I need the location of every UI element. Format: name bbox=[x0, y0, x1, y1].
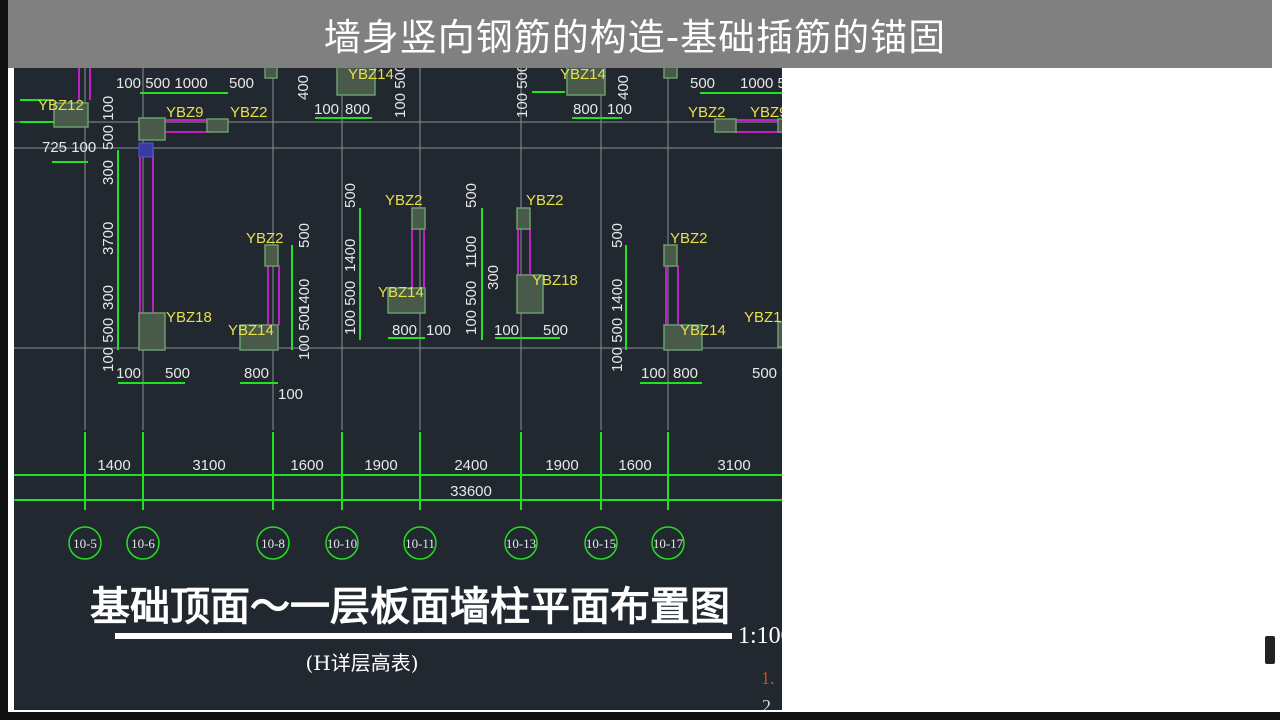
dimension-text: 300 bbox=[100, 160, 117, 185]
dimension-text: 500 100 bbox=[100, 96, 117, 150]
dimension-text: 1400 bbox=[342, 239, 359, 272]
dimension-text: 100 500 bbox=[463, 281, 480, 335]
plan-subtitle: (H详层高表) bbox=[305, 651, 418, 675]
dimension-text: 100 bbox=[426, 322, 451, 339]
column-tag: YBZ2 bbox=[526, 192, 564, 209]
column-tag: YBZ2 bbox=[385, 192, 423, 209]
dimension-text: 500 bbox=[342, 183, 359, 208]
column-tag: YBZ18 bbox=[532, 272, 578, 289]
axis-bubble: 10-8 bbox=[256, 526, 290, 560]
dimension-text: 500 bbox=[296, 223, 313, 248]
title-banner: 墙身竖向钢筋的构造-基础插筋的锚固 bbox=[8, 0, 1272, 68]
column-tag: YBZ14 bbox=[680, 322, 726, 339]
dimension-text: 800 bbox=[392, 322, 417, 339]
plan-title: 基础顶面～一层板面墙柱平面布置图 bbox=[90, 583, 730, 630]
span-text: 1600 bbox=[618, 457, 651, 474]
dimension-text: 100 bbox=[314, 101, 339, 118]
span-text: 3100 bbox=[192, 457, 225, 474]
column-tag: YBZ14 bbox=[378, 284, 424, 301]
axis-bubble: 10-10 bbox=[325, 526, 359, 560]
dimension-text: 500 bbox=[165, 365, 190, 382]
column-tag: YBZ12 bbox=[38, 97, 84, 114]
axis-bubble: 10-6 bbox=[126, 526, 160, 560]
span-text: 1900 bbox=[545, 457, 578, 474]
video-frame: YBZ12 YBZ9 YBZ2 YBZ14 YBZ14 YBZ2 YBZ9 YB… bbox=[0, 0, 1280, 720]
column-tag: YBZ14 bbox=[228, 322, 274, 339]
column-tag: YBZ2 bbox=[670, 230, 708, 247]
side-scroll-handle[interactable] bbox=[1265, 636, 1275, 664]
column-tag: YBZ9 bbox=[166, 104, 204, 121]
dimension-text: 100 500 bbox=[296, 306, 313, 360]
column-tag: YBZ14 bbox=[348, 66, 394, 83]
note-number: 1. bbox=[761, 668, 775, 688]
dimension-text: 500 bbox=[752, 365, 777, 382]
column-tag: YBZ2 bbox=[688, 104, 726, 121]
walls bbox=[78, 58, 782, 325]
column-tag: YBZ2 bbox=[230, 104, 268, 121]
dimension-text: 500 bbox=[543, 322, 568, 339]
dimension-text: 800 bbox=[345, 101, 370, 118]
dimension-text: 800 bbox=[573, 101, 598, 118]
span-dimensions: 1400 3100 1600 1900 2400 1900 1600 3100 … bbox=[97, 457, 750, 500]
span-text: 3100 bbox=[717, 457, 750, 474]
dimension-text: 100 500 bbox=[100, 318, 117, 372]
cad-plan-drawing: YBZ12 YBZ9 YBZ2 YBZ14 YBZ14 YBZ2 YBZ9 YB… bbox=[14, 58, 793, 710]
svg-text:10-17: 10-17 bbox=[653, 536, 684, 551]
dimension-text: 100 500 bbox=[342, 281, 359, 335]
dimension-text: 1100 bbox=[463, 236, 480, 268]
dimension-text: 100 500 1000 bbox=[116, 75, 208, 92]
dimension-text: 300 bbox=[485, 265, 502, 290]
span-text: 1600 bbox=[290, 457, 323, 474]
video-title: 墙身竖向钢筋的构造-基础插筋的锚固 bbox=[323, 16, 947, 59]
dimension-text: 500 bbox=[229, 75, 254, 92]
column-tag: YBZ14 bbox=[560, 66, 606, 83]
dimension-text: 400 bbox=[295, 75, 312, 100]
dimension-text: 1000 5 bbox=[740, 75, 786, 92]
dimension-text: 100 500 bbox=[609, 318, 626, 372]
dimension-text: 800 bbox=[244, 365, 269, 382]
dimension-text: 1400 bbox=[609, 279, 626, 312]
column-tag: YBZ18 bbox=[166, 309, 212, 326]
svg-text:10-8: 10-8 bbox=[261, 536, 285, 551]
dimension-text: 500 bbox=[690, 75, 715, 92]
svg-text:10-6: 10-6 bbox=[131, 536, 155, 551]
axis-bubble: 10-11 bbox=[403, 526, 437, 560]
dimension-text: 500 bbox=[463, 183, 480, 208]
dimension-text: 100 bbox=[494, 322, 519, 339]
column-tag: YBZ9 bbox=[750, 104, 788, 121]
dimension-text: 300 bbox=[100, 285, 117, 310]
dimension-text: 100 bbox=[641, 365, 666, 382]
svg-text:10-15: 10-15 bbox=[586, 536, 616, 551]
axis-bubbles: 10-5 10-6 10-8 10-10 10-11 10-13 10-15 1… bbox=[68, 526, 685, 560]
span-text: 1400 bbox=[97, 457, 130, 474]
dimension-text: 500 bbox=[609, 223, 626, 248]
dimension-text: 400 bbox=[615, 75, 632, 100]
span-text: 1900 bbox=[364, 457, 397, 474]
plan-title-underline bbox=[115, 633, 732, 639]
svg-text:10-10: 10-10 bbox=[327, 536, 357, 551]
axis-bubble: 10-13 bbox=[504, 526, 538, 560]
total-length-text: 33600 bbox=[450, 483, 492, 500]
column-tag: YBZ18 bbox=[744, 309, 790, 326]
dimension-text: 3700 bbox=[100, 222, 117, 255]
dimension-text: 100 bbox=[278, 386, 303, 403]
axis-bubble: 10-17 bbox=[651, 526, 685, 560]
frame-border-bottom bbox=[0, 712, 1280, 720]
axis-bubble: 10-5 bbox=[68, 526, 102, 560]
dimension-text: 100 bbox=[116, 365, 141, 382]
dimension-text: 725 100 bbox=[42, 139, 96, 156]
span-text: 2400 bbox=[454, 457, 487, 474]
svg-text:10-11: 10-11 bbox=[405, 536, 435, 551]
svg-text:10-5: 10-5 bbox=[73, 536, 97, 551]
column-tag: YBZ2 bbox=[246, 230, 284, 247]
axis-bubble: 10-15 bbox=[584, 526, 618, 560]
svg-text:10-13: 10-13 bbox=[506, 536, 536, 551]
dimension-text: 100 bbox=[607, 101, 632, 118]
dimension-text: 800 bbox=[673, 365, 698, 382]
plan-scale: 1:100 bbox=[738, 623, 793, 649]
